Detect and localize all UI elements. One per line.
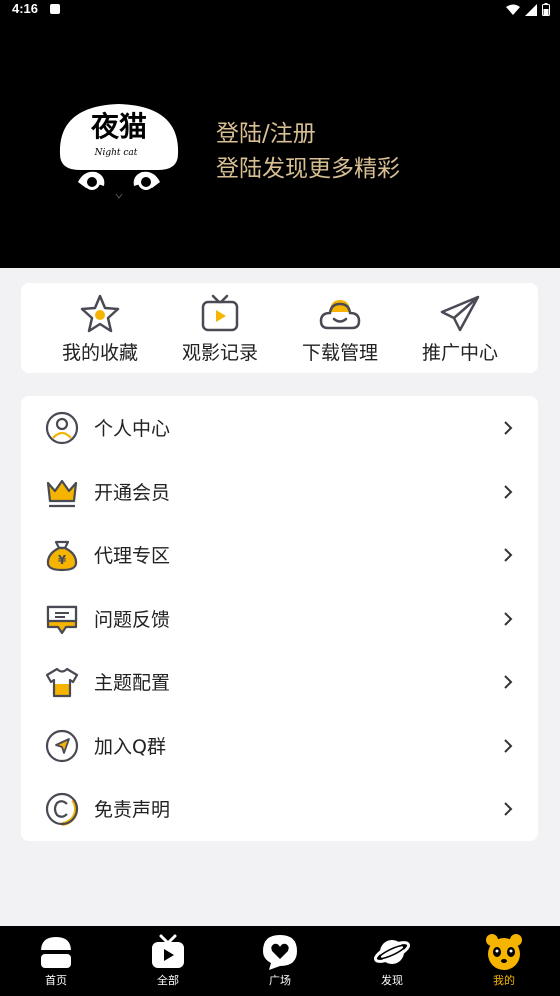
battery-icon [542,3,550,16]
money-bag-icon: ¥ [46,540,78,571]
status-time: 4:16 [12,1,39,16]
login-register-link[interactable]: 登陆/注册 [216,114,316,148]
profile-header: 夜猫 Night cat 登陆/注册 登陆发现更多精彩 [0,20,560,268]
menu-item-vip[interactable]: 开通会员 [21,460,538,523]
tshirt-icon [45,667,79,697]
status-indicators [506,3,550,16]
planet-icon [373,940,411,964]
notification-icon [50,4,60,14]
menu-label: 个人中心 [94,418,171,440]
quick-label: 我的收藏 [61,342,138,364]
menu-label: 开通会员 [94,482,171,504]
chevron-right-icon [504,738,513,753]
chevron-right-icon [504,611,513,626]
menu-item-disclaimer[interactable]: 免责声明 [21,777,538,840]
logo-text: 夜猫 [90,110,147,143]
chevron-right-icon [504,420,513,435]
tab-mine[interactable]: 我的 [448,926,560,996]
paper-plane-icon [440,295,480,332]
menu-label: 加入Q群 [94,736,166,758]
tab-label: 首页 [45,974,67,987]
menu-item-theme[interactable]: 主题配置 [21,650,538,713]
chevron-right-icon [504,801,513,816]
status-bar: 4:16 [0,0,560,20]
star-icon [80,294,120,333]
logo-subtext: Night cat [94,148,138,158]
tab-square[interactable]: 广场 [224,926,336,996]
svg-text:¥: ¥ [58,553,67,567]
quick-actions-card: 我的收藏 观影记录 下载管理 推广中心 [21,283,538,373]
quick-label: 推广中心 [421,342,498,364]
chevron-right-icon [504,674,513,689]
tab-label: 发现 [381,974,403,987]
menu-item-feedback[interactable]: 问题反馈 [21,587,538,650]
tab-all[interactable]: 全部 [112,926,224,996]
nightcat-logo: 夜猫 Night cat [59,104,179,199]
menu-label: 主题配置 [94,672,171,694]
menu-label: 代理专区 [94,545,171,567]
signal-icon [525,3,537,16]
chevron-right-icon [504,547,513,562]
menu-item-join-group[interactable]: 加入Q群 [21,714,538,777]
login-subtitle: 登陆发现更多精彩 [216,156,400,182]
quick-history[interactable]: 观影记录 [160,283,280,373]
user-circle-icon [45,411,79,444]
menu-item-profile[interactable]: 个人中心 [21,396,538,459]
wifi-icon [506,4,520,15]
quick-favorites[interactable]: 我的收藏 [40,283,160,373]
crown-icon [46,479,78,507]
menu-label: 免责声明 [94,799,171,821]
menu-item-agent[interactable]: ¥ 代理专区 [21,523,538,586]
cloud-icon [319,300,361,330]
home-icon [41,937,71,968]
quick-promotion[interactable]: 推广中心 [400,283,520,373]
heart-bubble-icon [263,935,297,970]
tv-icon [152,934,184,968]
feedback-icon [46,605,78,634]
menu-label: 问题反馈 [94,609,171,631]
menu-card: 个人中心 开通会员 ¥ 代理专区 问题反馈 主题配置 加入Q群 免责声明 [21,396,538,841]
tv-play-icon [201,294,239,332]
quick-label: 下载管理 [301,342,378,364]
quick-downloads[interactable]: 下载管理 [280,283,400,373]
tab-label: 我的 [493,974,515,987]
panda-icon [486,934,522,970]
tab-discover[interactable]: 发现 [336,926,448,996]
navigation-icon [45,729,79,762]
tab-label: 广场 [269,974,291,987]
bottom-tab-bar: 首页 全部 广场 发现 我的 [0,926,560,996]
tab-label: 全部 [157,974,179,987]
tab-home[interactable]: 首页 [0,926,112,996]
quick-label: 观影记录 [181,342,258,364]
copyright-icon [45,792,79,826]
chevron-right-icon [504,484,513,499]
